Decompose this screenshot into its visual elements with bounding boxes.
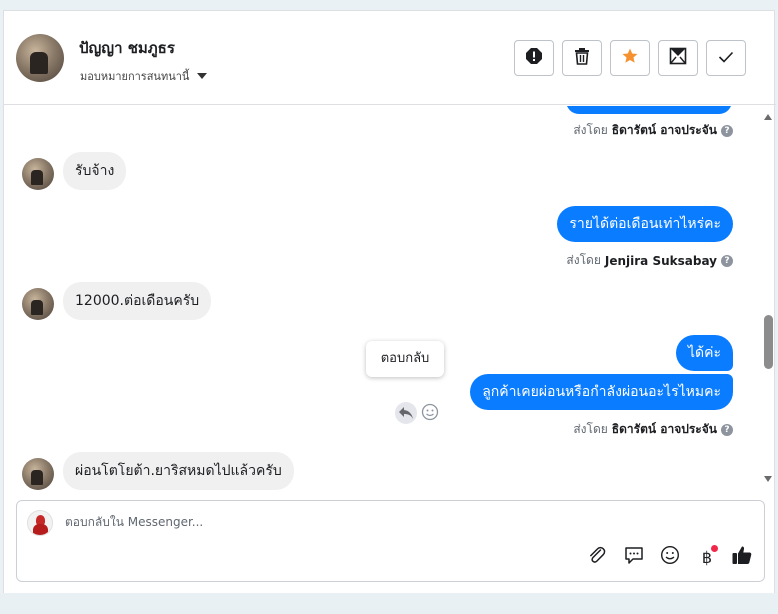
sender-name: Jenjira Suksabay	[604, 253, 717, 268]
outgoing-message-bubble[interactable]: ได้ค่ะ	[675, 335, 733, 371]
sender-name: ธิดารัตน์ อาจประจัน	[611, 123, 717, 137]
star-icon	[621, 47, 639, 69]
outgoing-message-bubble[interactable]: รายได้ต่อเดือนเท่าไหร่คะ	[557, 206, 733, 242]
mark-spam-button[interactable]	[514, 40, 554, 76]
contact-avatar-small	[22, 288, 54, 320]
scroll-down-arrow-icon[interactable]	[764, 476, 772, 482]
sent-by-label: ส่งโดย ธิดารัตน์ อาจประจัน ?	[573, 121, 733, 140]
done-check-icon	[718, 49, 734, 68]
attach-icon	[587, 545, 607, 569]
scroll-up-arrow-icon[interactable]	[764, 114, 772, 120]
react-emoji-icon[interactable]	[420, 402, 440, 422]
contact-name[interactable]: ปัญญา ชมภูธร	[79, 36, 175, 60]
help-icon[interactable]: ?	[721, 423, 733, 436]
reply-tooltip: ตอบกลับ	[366, 341, 444, 377]
conversation-header: ปัญญา ชมภูธร มอบหมายการสนทนานี้	[4, 11, 776, 105]
saved-replies-button[interactable]	[622, 545, 646, 569]
like-button[interactable]	[730, 545, 754, 569]
mark-done-button[interactable]	[706, 40, 746, 76]
attach-button[interactable]	[585, 545, 609, 569]
payment-button[interactable]: ฿	[695, 545, 719, 569]
page-avatar	[27, 510, 53, 536]
like-icon	[731, 544, 753, 570]
assign-label: มอบหมายการสนทนานี้	[80, 70, 190, 83]
mark-unread-button[interactable]	[658, 40, 698, 76]
contact-avatar-small	[22, 158, 54, 190]
incoming-message-bubble[interactable]: ผ่อนโตโยต้า.ยาริสหมดไปแล้วครับ	[63, 452, 294, 490]
sent-by-label: ส่งโดย ธิดารัตน์ อาจประจัน ?	[573, 420, 733, 439]
mark-unread-icon	[669, 47, 687, 69]
emoji-button[interactable]	[658, 545, 682, 569]
assign-conversation-dropdown[interactable]: มอบหมายการสนทนานี้	[80, 67, 208, 85]
help-icon[interactable]: ?	[721, 254, 733, 267]
contact-avatar-small	[22, 458, 54, 490]
reply-composer: ฿	[16, 500, 765, 582]
reply-icon[interactable]	[395, 402, 417, 424]
page-background-strip	[0, 594, 778, 614]
help-icon[interactable]: ?	[721, 124, 733, 137]
saved-reply-icon	[624, 545, 644, 569]
outgoing-message-bubble[interactable]	[566, 106, 732, 114]
incoming-message-bubble[interactable]: รับจ้าง	[63, 152, 127, 190]
outgoing-message-bubble[interactable]: ลูกค้าเคยผ่อนหรือกำลังผ่อนอะไรไหมคะ	[470, 374, 733, 410]
sent-by-label: ส่งโดย Jenjira Suksabay ?	[566, 251, 733, 270]
emoji-icon	[660, 545, 680, 569]
scrollbar-thumb[interactable]	[764, 315, 773, 369]
contact-avatar[interactable]	[16, 34, 64, 82]
trash-icon	[574, 47, 590, 69]
message-thread[interactable]: ส่งโดย ธิดารัตน์ อาจประจัน ? รับจ้าง ราย…	[4, 106, 776, 496]
star-button[interactable]	[610, 40, 650, 76]
caret-down-icon	[197, 73, 208, 79]
incoming-message-bubble[interactable]: 12000.ต่อเดือนครับ	[63, 282, 212, 320]
reply-input[interactable]	[65, 515, 665, 529]
notification-dot	[711, 545, 718, 552]
sender-name: ธิดารัตน์ อาจประจัน	[611, 422, 717, 436]
delete-button[interactable]	[562, 40, 602, 76]
inbox-panel: ปัญญา ชมภูธร มอบหมายการสนทนานี้ ส่งโดย ธ…	[3, 10, 776, 593]
spam-icon	[525, 47, 543, 69]
